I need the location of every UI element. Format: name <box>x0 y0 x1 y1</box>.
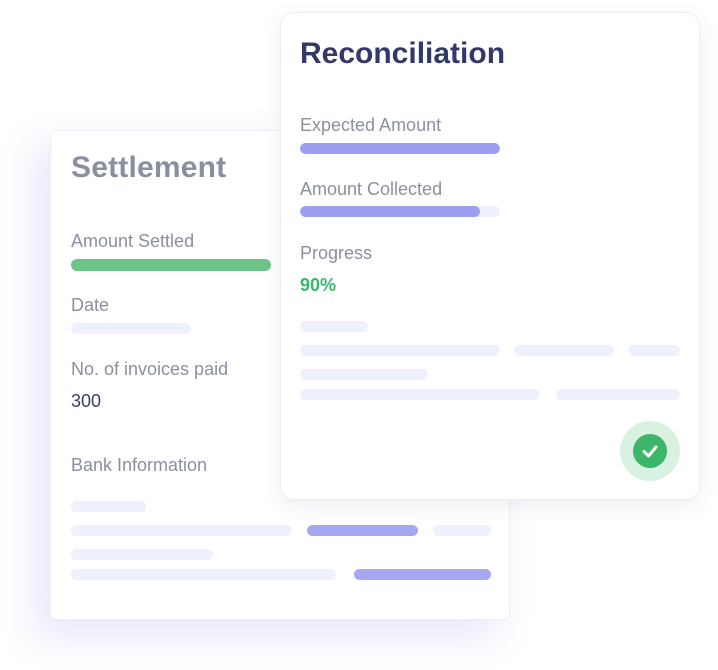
expected-amount-fill <box>300 143 500 154</box>
progress-label: Progress <box>300 243 373 263</box>
detail-placeholder <box>300 345 500 356</box>
bank-info-placeholder <box>71 549 213 560</box>
bank-info-placeholder <box>71 569 336 580</box>
detail-placeholder <box>628 345 680 356</box>
bank-info-label: Bank Information <box>71 455 208 475</box>
detail-placeholder <box>514 345 614 356</box>
reconciliation-card: Reconciliation Expected Amount Amount Co… <box>280 12 700 500</box>
checkmark-icon <box>633 434 667 468</box>
detail-placeholder <box>556 389 680 400</box>
detail-placeholder <box>300 369 428 380</box>
invoices-paid-value: 300 <box>71 391 102 411</box>
bank-info-placeholder <box>71 525 292 536</box>
progress-value: 90% <box>300 275 337 295</box>
bank-info-highlight <box>307 525 418 536</box>
amount-settled-label: Amount Settled <box>71 231 195 251</box>
detail-placeholder <box>300 321 368 332</box>
detail-placeholder <box>300 389 540 400</box>
amount-settled-bar <box>71 259 271 271</box>
invoices-paid-label: No. of invoices paid <box>71 359 229 379</box>
reconciled-status-badge <box>620 421 680 481</box>
bank-info-highlight <box>354 569 491 580</box>
reconciliation-title: Reconciliation <box>300 37 506 70</box>
settlement-title: Settlement <box>71 151 227 184</box>
amount-collected-label: Amount Collected <box>300 179 443 199</box>
bank-info-placeholder <box>433 525 491 536</box>
date-placeholder <box>71 323 191 334</box>
date-label: Date <box>71 295 110 315</box>
expected-amount-bar <box>300 143 500 154</box>
expected-amount-label: Expected Amount <box>300 115 442 135</box>
amount-collected-bar <box>300 206 500 217</box>
bank-info-placeholder <box>71 501 146 512</box>
amount-collected-fill <box>300 206 480 217</box>
